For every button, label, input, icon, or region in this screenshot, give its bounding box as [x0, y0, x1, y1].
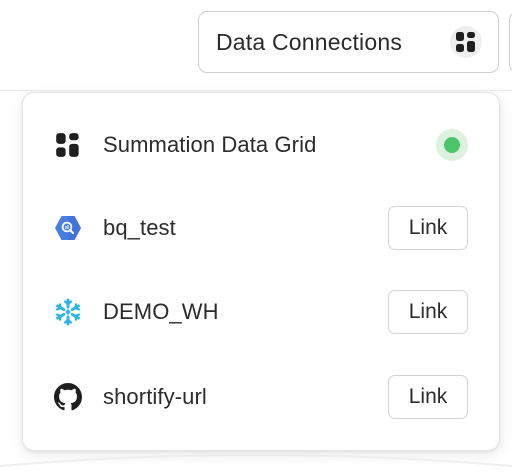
connection-label: Summation Data Grid — [103, 132, 317, 157]
github-icon — [53, 382, 83, 412]
connection-label: DEMO_WH — [103, 299, 219, 324]
link-button-shortify-url[interactable]: Link — [388, 375, 468, 419]
status-indicator — [436, 129, 468, 161]
connection-label: shortify-url — [103, 384, 207, 409]
bigquery-icon — [53, 213, 83, 243]
page: Data Connections Summation Data Grid bq_… — [0, 0, 512, 474]
topbar-divider — [0, 90, 512, 91]
connection-item-summation-data-grid[interactable]: Summation Data Grid — [23, 115, 499, 175]
grid-icon — [450, 26, 482, 58]
connection-item-demo-wh: DEMO_WH Link — [23, 282, 499, 342]
data-connections-button[interactable]: Data Connections — [198, 11, 499, 73]
snowflake-icon — [53, 297, 83, 327]
status-connected-dot — [444, 137, 460, 153]
link-button-demo-wh[interactable]: Link — [388, 290, 468, 334]
connection-item-shortify-url: shortify-url Link — [23, 367, 499, 427]
data-connections-label: Data Connections — [216, 28, 403, 55]
connection-item-bq-test: bq_test Link — [23, 198, 499, 258]
connection-label: bq_test — [103, 215, 176, 240]
data-connections-dropdown: Summation Data Grid bq_test Link DEMO_WH… — [22, 92, 500, 451]
background-decoration — [0, 454, 512, 467]
link-button-bq-test[interactable]: Link — [388, 206, 468, 250]
grid-icon — [53, 130, 83, 160]
